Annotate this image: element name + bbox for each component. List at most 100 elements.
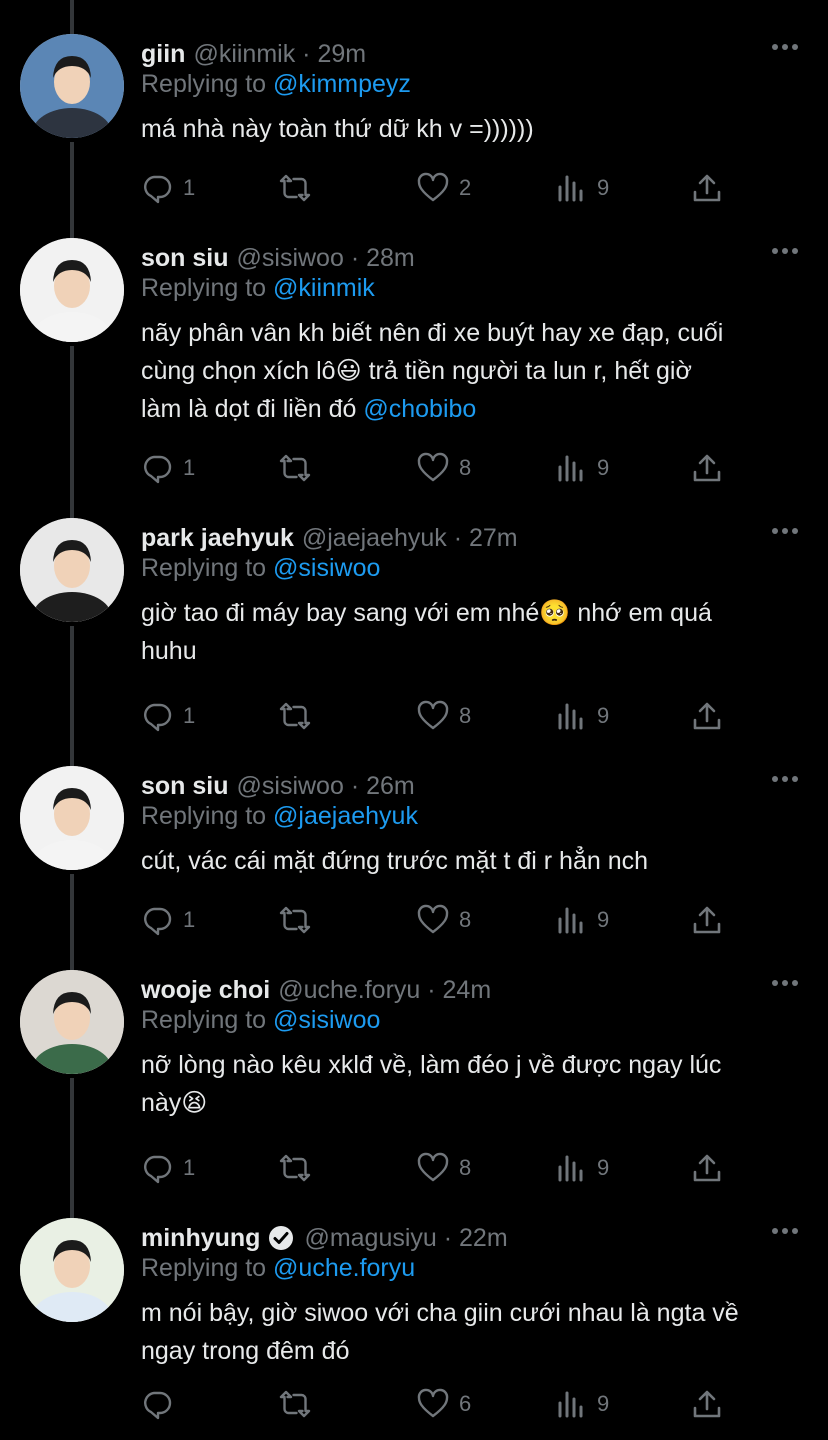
retweet-icon [279, 1152, 311, 1184]
views-count: 9 [597, 907, 610, 932]
replying-mention-link[interactable]: @sisiwoo [273, 1006, 380, 1034]
replying-mention-link[interactable]: @uche.foryu [273, 1254, 415, 1282]
reply-button[interactable]: 1 [141, 1148, 195, 1188]
avatar[interactable] [20, 766, 124, 870]
replying-mention-link[interactable]: @jaejaehyuk [273, 802, 418, 830]
retweet-button[interactable] [279, 448, 321, 488]
like-button[interactable]: 8 [417, 448, 471, 488]
separator-dot: · [343, 243, 367, 272]
avatar[interactable] [20, 34, 124, 138]
share-button[interactable] [691, 900, 723, 940]
replying-to: Replying to @uche.foryu [141, 1254, 415, 1283]
like-icon [417, 700, 449, 732]
tweet[interactable]: minhyung @magusiyu · 22m Replying to @uc… [0, 1218, 828, 1424]
replying-to: Replying to @kiinmik [141, 274, 375, 303]
views-button[interactable]: 9 [555, 696, 609, 736]
like-count: 8 [459, 703, 472, 728]
display-name[interactable]: son siu [141, 244, 229, 273]
tweet[interactable]: wooje choi @uche.foryu · 24m Replying to… [0, 970, 828, 1188]
display-name[interactable]: park jaehyuk [141, 524, 294, 553]
retweet-icon [279, 904, 311, 936]
tweet[interactable]: son siu @sisiwoo · 28m Replying to @kiin… [0, 238, 828, 488]
like-icon [417, 1388, 449, 1420]
handle[interactable]: @uche.foryu [278, 976, 420, 1005]
reply-button[interactable]: 1 [141, 168, 195, 208]
tweet-header: son siu @sisiwoo · 26m [141, 766, 415, 806]
replying-mention-link[interactable]: @sisiwoo [273, 554, 380, 582]
retweet-button[interactable] [279, 1148, 321, 1188]
retweet-button[interactable] [279, 168, 321, 208]
like-icon [417, 452, 449, 484]
tweet-text-line: cút, vác cái mặt đứng trước mặt t đi r h… [141, 847, 649, 875]
replying-to: Replying to @sisiwoo [141, 554, 380, 583]
handle[interactable]: @kiinmik [193, 40, 295, 69]
share-button[interactable] [691, 168, 723, 208]
like-button[interactable]: 8 [417, 1148, 471, 1188]
tweet[interactable]: giin @kiinmik · 29m Replying to @kimmpey… [0, 34, 828, 208]
avatar[interactable] [20, 238, 124, 342]
retweet-button[interactable] [279, 1384, 321, 1424]
retweet-icon [279, 700, 311, 732]
display-name[interactable]: minhyung [141, 1224, 260, 1253]
share-icon [691, 1152, 723, 1184]
more-icon[interactable] [772, 1228, 798, 1234]
retweet-button[interactable] [279, 900, 321, 940]
share-button[interactable] [691, 448, 723, 488]
more-icon[interactable] [772, 248, 798, 254]
mention-link[interactable]: @chobibo [363, 395, 476, 423]
share-button[interactable] [691, 1148, 723, 1188]
avatar[interactable] [20, 1218, 124, 1322]
more-icon[interactable] [772, 44, 798, 50]
more-icon[interactable] [772, 776, 798, 782]
like-icon [417, 172, 449, 204]
replying-mention-link[interactable]: @kiinmik [273, 274, 375, 302]
handle[interactable]: @sisiwoo [237, 244, 344, 273]
like-button[interactable]: 8 [417, 900, 471, 940]
handle[interactable]: @jaejaehyuk [302, 524, 447, 553]
reply-button[interactable]: 1 [141, 448, 195, 488]
avatar[interactable] [20, 970, 124, 1074]
handle[interactable]: @magusiyu [304, 1224, 436, 1253]
share-button[interactable] [691, 696, 723, 736]
share-button[interactable] [691, 1384, 723, 1424]
avatar[interactable] [20, 518, 124, 622]
replying-mention-link[interactable]: @kimmpeyz [273, 70, 411, 98]
more-icon[interactable] [772, 528, 798, 534]
share-icon [691, 452, 723, 484]
reply-button[interactable]: 1 [141, 696, 195, 736]
reply-button[interactable]: 1 [141, 900, 195, 940]
timestamp[interactable]: 27m [469, 524, 518, 553]
like-button[interactable]: 2 [417, 168, 471, 208]
like-button[interactable]: 6 [417, 1384, 471, 1424]
display-name[interactable]: wooje choi [141, 976, 270, 1005]
views-button[interactable]: 9 [555, 448, 609, 488]
views-icon [555, 452, 587, 484]
timestamp[interactable]: 26m [366, 772, 415, 801]
handle[interactable]: @sisiwoo [237, 772, 344, 801]
replying-label: Replying to [141, 70, 267, 98]
tweet[interactable]: son siu @sisiwoo · 26m Replying to @jaej… [0, 766, 828, 940]
views-button[interactable]: 9 [555, 1148, 609, 1188]
views-button[interactable]: 9 [555, 1384, 609, 1424]
reply-count: 1 [183, 455, 196, 480]
tweet-header: son siu @sisiwoo · 28m [141, 238, 415, 278]
tweet-body: nãy phân vân kh biết nên đi xe buýt hay … [141, 314, 801, 428]
timestamp[interactable]: 24m [443, 976, 492, 1005]
more-icon[interactable] [772, 980, 798, 986]
tweet[interactable]: park jaehyuk @jaejaehyuk · 27m Replying … [0, 518, 828, 736]
share-icon [691, 172, 723, 204]
views-button[interactable]: 9 [555, 900, 609, 940]
display-name[interactable]: son siu [141, 772, 229, 801]
retweet-button[interactable] [279, 696, 321, 736]
like-button[interactable]: 8 [417, 696, 471, 736]
reply-count: 1 [183, 703, 196, 728]
timestamp[interactable]: 28m [366, 244, 415, 273]
replying-label: Replying to [141, 1254, 267, 1282]
timestamp[interactable]: 29m [317, 40, 366, 69]
views-button[interactable]: 9 [555, 168, 609, 208]
reply-button[interactable] [141, 1384, 183, 1424]
timestamp[interactable]: 22m [459, 1224, 508, 1253]
display-name[interactable]: giin [141, 40, 185, 69]
replying-label: Replying to [141, 554, 267, 582]
reply-icon [141, 1152, 173, 1184]
